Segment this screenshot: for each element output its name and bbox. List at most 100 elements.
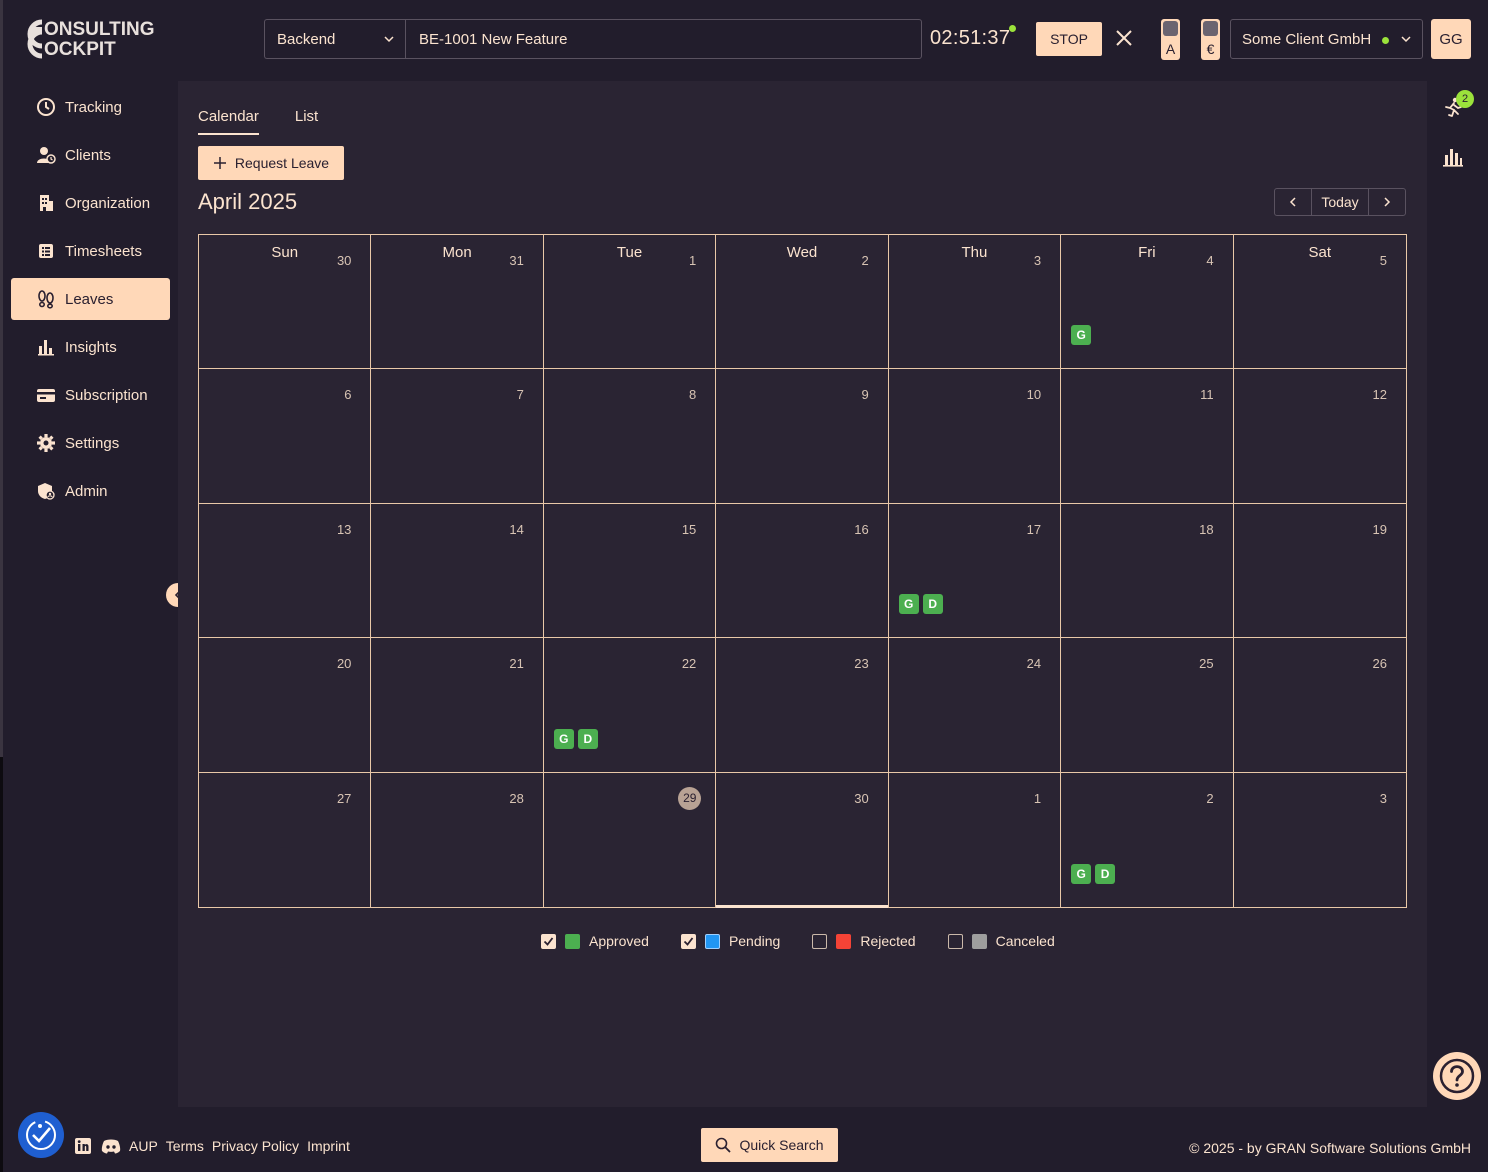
app-logo[interactable]: ONSULTING OCKPIT (26, 18, 186, 60)
sidebar-item-organization[interactable]: Organization (11, 182, 170, 224)
toggle-a[interactable]: A (1161, 19, 1180, 60)
calendar-day-cell[interactable]: 20 (199, 638, 372, 773)
day-number: 19 (1372, 521, 1387, 537)
calendar-day-cell[interactable]: 9 (716, 369, 889, 504)
discord-icon[interactable] (101, 1136, 121, 1156)
user-avatar[interactable]: GG (1431, 19, 1471, 59)
linkedin-icon[interactable] (73, 1136, 93, 1156)
toggle-currency-knob (1203, 21, 1218, 36)
calendar-day-cell[interactable]: 26 (1233, 638, 1406, 773)
calendar-day-cell[interactable]: 29 (544, 772, 717, 907)
calendar-day-cell[interactable]: 30 (716, 772, 889, 908)
client-status-dot (1382, 37, 1389, 44)
sidebar-item-admin[interactable]: Admin (11, 470, 170, 512)
legend-checkbox[interactable] (812, 933, 828, 949)
calendar-day-cell[interactable]: Wed 2 (716, 235, 889, 370)
legend-item-rejected[interactable]: Rejected (812, 933, 916, 949)
footer-link-imprint[interactable]: Imprint (307, 1138, 350, 1154)
calendar-day-cell[interactable]: 17 G D (888, 503, 1062, 639)
calendar-day-cell[interactable]: 13 (199, 503, 372, 639)
month-navigation: Today (1274, 188, 1406, 216)
building-icon (36, 193, 56, 213)
calendar-day-cell[interactable]: Fri 4 G (1061, 235, 1234, 370)
legend-checkbox[interactable] (947, 933, 963, 949)
calendar-day-cell[interactable]: 16 (716, 503, 889, 639)
footer-link-privacy[interactable]: Privacy Policy (212, 1138, 299, 1154)
calendar-day-cell[interactable]: 8 (543, 369, 717, 504)
calendar-day-cell[interactable]: 3 (1234, 773, 1406, 907)
stop-button[interactable]: STOP (1036, 22, 1102, 56)
day-number: 6 (344, 387, 352, 403)
request-leave-button[interactable]: Request Leave (198, 146, 344, 180)
calendar-day-cell[interactable]: 28 (371, 772, 544, 907)
leave-chip[interactable]: G (553, 728, 574, 749)
sidebar-item-clients[interactable]: Clients (11, 134, 170, 176)
close-icon[interactable] (1113, 27, 1135, 49)
calendar-day-cell[interactable]: 12 (1233, 369, 1406, 504)
calendar-day-cell[interactable]: 2 GD (1061, 772, 1234, 907)
day-number: 31 (509, 253, 524, 268)
day-number: 11 (1200, 387, 1214, 403)
calendar-day-cell[interactable]: 11 (1061, 369, 1234, 504)
timer-running-indicator (1009, 25, 1016, 32)
calendar-day-cell[interactable]: 6 (199, 369, 372, 504)
calendar-day-cell[interactable]: Sun 30 (199, 235, 372, 370)
toggle-currency[interactable]: € (1201, 19, 1220, 60)
bar-chart-icon[interactable] (1441, 145, 1465, 169)
chevron-down-icon (1401, 36, 1411, 43)
tab-calendar[interactable]: Calendar (198, 108, 259, 135)
help-button[interactable] (1433, 1052, 1481, 1100)
calendar-day-cell[interactable]: Sat 5 (1233, 235, 1406, 370)
legend-item-approved[interactable]: Approved (541, 933, 649, 949)
sidebar-item-settings[interactable]: Settings (11, 422, 170, 464)
day-number: 20 (336, 656, 352, 672)
view-tabs: Calendar List (198, 108, 318, 135)
sidebar-item-label: Organization (65, 194, 151, 212)
calendar-day-cell[interactable]: 23 (716, 638, 889, 773)
next-month-button[interactable] (1369, 189, 1405, 215)
footer-link-aup[interactable]: AUP (129, 1138, 158, 1154)
sidebar-item-tracking[interactable]: Tracking (11, 86, 170, 128)
calendar-day-cell[interactable]: Thu 3 (888, 235, 1062, 370)
footer-link-terms[interactable]: Terms (166, 1138, 204, 1154)
sidebar-item-leaves[interactable]: Leaves (11, 278, 170, 320)
legend-checkbox[interactable] (680, 933, 696, 949)
calendar-day-cell[interactable]: 14 (371, 503, 544, 639)
calendar-day-cell[interactable]: 22 G D (543, 638, 717, 773)
prev-month-button[interactable] (1275, 189, 1311, 215)
calendar-day-cell[interactable]: Tue 1 (543, 235, 717, 370)
today-button[interactable]: Today (1311, 189, 1369, 215)
calendar-day-cell[interactable]: 10 (888, 369, 1062, 504)
leave-chip[interactable]: G (1071, 863, 1092, 884)
project-select[interactable]: Backend (264, 19, 406, 59)
calendar-day-cell[interactable]: 7 (371, 369, 544, 504)
sidebar-item-label: Tracking (65, 98, 122, 116)
legend-checkbox[interactable] (541, 933, 556, 949)
sidebar-item-timesheets[interactable]: Timesheets (11, 230, 170, 272)
day-number: 2 (861, 253, 869, 268)
calendar-day-cell[interactable]: 24 (888, 638, 1062, 773)
leave-chip[interactable]: G (1071, 325, 1092, 346)
legend-item-pending[interactable]: Pending (680, 933, 780, 949)
accessibility-icon[interactable] (18, 1112, 64, 1158)
calendar-day-cell[interactable]: 18 (1061, 503, 1234, 639)
task-input[interactable] (405, 19, 922, 59)
tab-list[interactable]: List (295, 108, 318, 135)
sidebar-item-insights[interactable]: Insights (11, 326, 170, 368)
leave-chip[interactable]: G (898, 594, 919, 615)
quick-search-button[interactable]: Quick Search (701, 1128, 838, 1162)
calendar-day-cell[interactable]: 15 (543, 503, 717, 639)
calendar-day-cell[interactable]: 1 (889, 772, 1062, 907)
calendar-day-cell[interactable]: 27 (199, 772, 372, 907)
calendar-day-cell[interactable]: 21 (371, 638, 544, 773)
calendar-day-cell[interactable]: 25 (1061, 638, 1234, 773)
calendar-day-cell[interactable]: 19 (1233, 504, 1406, 639)
calendar-day-cell[interactable]: Mon 31 (371, 235, 544, 370)
legend-item-canceled[interactable]: Canceled (947, 933, 1055, 949)
leave-chip[interactable]: D (922, 594, 943, 615)
leave-chip[interactable]: D (1095, 863, 1116, 884)
leave-chip[interactable]: D (577, 728, 598, 749)
check-icon (683, 936, 694, 946)
client-select[interactable]: Some Client GmbH (1230, 19, 1423, 59)
sidebar-item-subscription[interactable]: Subscription (11, 374, 170, 416)
